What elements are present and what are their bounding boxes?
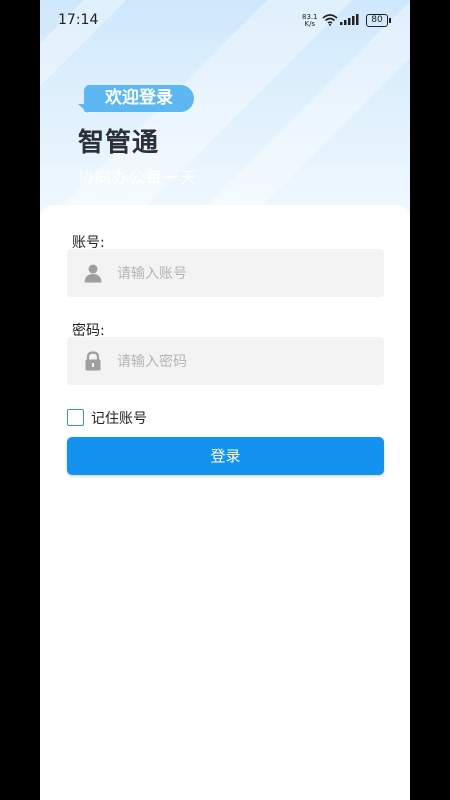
battery-level: 80: [371, 15, 383, 25]
app-name: 智管通: [78, 128, 160, 158]
account-input[interactable]: [115, 249, 374, 299]
network-speed: 83.1 K/s: [302, 14, 318, 28]
person-icon: [84, 264, 102, 283]
phone-screen: 17:14 83.1 K/s 80 欢迎登录 智管通 协同办公每一天 账号: 请…: [40, 0, 410, 800]
status-time: 17:14: [58, 12, 99, 28]
signal-icon: [340, 14, 359, 25]
status-bar: 17:14 83.1 K/s 80: [40, 0, 410, 40]
app-slogan: 协同办公每一天: [78, 168, 198, 187]
account-field[interactable]: [67, 249, 384, 299]
lock-icon: [85, 351, 101, 371]
wifi-icon: [322, 14, 338, 26]
password-field[interactable]: [67, 337, 384, 387]
network-speed-unit: K/s: [304, 20, 316, 28]
battery-icon: 80: [366, 14, 391, 27]
remember-account-label[interactable]: 记住账号: [91, 408, 147, 428]
welcome-badge: 欢迎登录: [84, 85, 194, 112]
remember-account-checkbox[interactable]: [67, 409, 84, 426]
login-button[interactable]: 登录: [67, 437, 384, 475]
password-input[interactable]: [115, 337, 374, 387]
